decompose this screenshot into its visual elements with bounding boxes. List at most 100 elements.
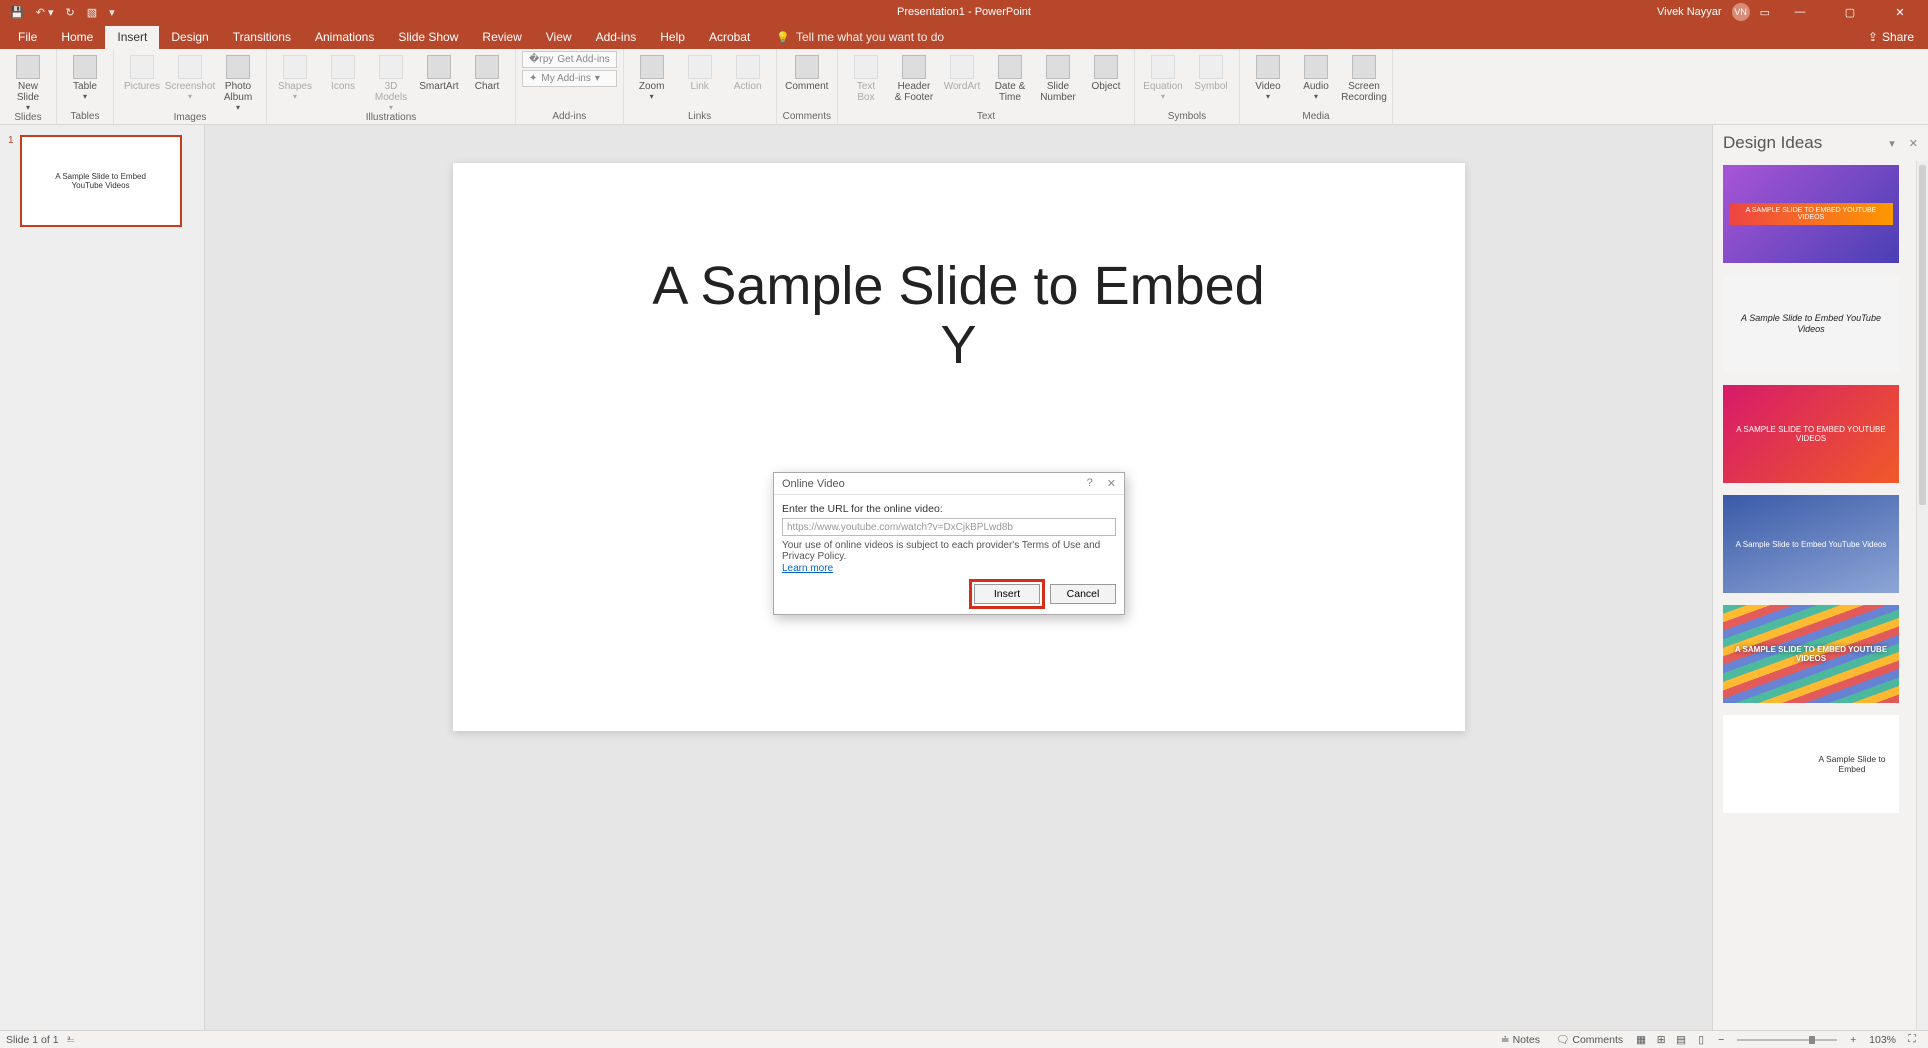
tab-design[interactable]: Design <box>159 26 220 49</box>
fit-to-window-icon[interactable]: ⛶ <box>1902 1033 1922 1046</box>
shapes-button[interactable]: Shapes <box>273 51 317 101</box>
zoom-in-button[interactable]: + <box>1843 1034 1863 1046</box>
workspace: 1 A Sample Slide to Embed YouTube Videos… <box>0 125 1928 1030</box>
comments-button[interactable]: 🗨 Comments <box>1548 1033 1631 1046</box>
dialog-title: Online Video <box>782 478 845 490</box>
tab-addins[interactable]: Add-ins <box>584 26 649 49</box>
ribbon-display-icon[interactable]: ▭ <box>1760 6 1770 19</box>
tab-review[interactable]: Review <box>470 26 533 49</box>
icons-button[interactable]: Icons <box>321 51 365 92</box>
tab-insert[interactable]: Insert <box>105 26 159 49</box>
group-links-label: Links <box>630 111 770 124</box>
group-tables-label: Tables <box>63 111 107 124</box>
tab-view[interactable]: View <box>534 26 584 49</box>
slide-sorter-view-icon[interactable]: ⊞ <box>1651 1034 1671 1046</box>
design-ideas-scrollbar[interactable] <box>1916 161 1928 1030</box>
chart-button[interactable]: Chart <box>465 51 509 92</box>
header-footer-button[interactable]: Header & Footer <box>892 51 936 103</box>
pane-dropdown-icon[interactable]: ▾ <box>1889 137 1895 150</box>
screen-recording-button[interactable]: Screen Recording <box>1342 51 1386 103</box>
spellcheck-icon[interactable]: ⎁ <box>59 1033 83 1046</box>
maximize-button[interactable]: ▢ <box>1830 6 1870 19</box>
object-button[interactable]: Object <box>1084 51 1128 92</box>
share-icon: ⇪ <box>1868 30 1878 44</box>
slideshow-view-icon[interactable]: ▯ <box>1691 1034 1711 1046</box>
reading-view-icon[interactable]: ▤ <box>1671 1034 1691 1046</box>
dialog-insert-button[interactable]: Insert <box>974 584 1040 604</box>
table-button[interactable]: Table <box>63 51 107 101</box>
start-from-beginning-icon[interactable]: ▧ <box>87 6 97 19</box>
get-addins-button[interactable]: �гру Get Add-ins <box>522 51 617 68</box>
equation-button[interactable]: Equation <box>1141 51 1185 101</box>
design-idea-5[interactable]: A SAMPLE SLIDE TO EMBED YOUTUBE VIDEOS <box>1723 605 1899 703</box>
group-addins-label: Add-ins <box>522 111 617 124</box>
text-box-button[interactable]: Text Box <box>844 51 888 103</box>
user-name-label[interactable]: Vivek Nayyar <box>1657 6 1722 18</box>
learn-more-link[interactable]: Learn more <box>782 563 833 574</box>
date-time-button[interactable]: Date & Time <box>988 51 1032 103</box>
dialog-url-input[interactable] <box>782 518 1116 536</box>
slide-counter-label[interactable]: Slide 1 of 1 <box>6 1034 59 1046</box>
design-ideas-list[interactable]: A SAMPLE SLIDE TO EMBED YOUTUBE VIDEOS A… <box>1713 161 1916 1030</box>
design-ideas-pane: Design Ideas ▾ ✕ A SAMPLE SLIDE TO EMBED… <box>1712 125 1928 1030</box>
slide-title-text[interactable]: A Sample Slide to Embed Y <box>652 257 1264 376</box>
screenshot-button[interactable]: Screenshot <box>168 51 212 101</box>
tell-me-search[interactable]: Tell me what you want to do <box>776 30 944 49</box>
design-idea-1[interactable]: A SAMPLE SLIDE TO EMBED YOUTUBE VIDEOS <box>1723 165 1899 263</box>
tell-me-label: Tell me what you want to do <box>796 30 944 44</box>
slide-canvas[interactable]: A Sample Slide to Embed Y <box>453 163 1465 731</box>
share-label: Share <box>1882 30 1914 44</box>
dialog-close-icon[interactable]: ✕ <box>1107 477 1116 490</box>
title-bar: 💾 ↶ ▾ ↻ ▧ ▾ Presentation1 - PowerPoint V… <box>0 0 1928 24</box>
minimize-button[interactable]: — <box>1780 6 1820 18</box>
qat-more-icon[interactable]: ▾ <box>109 6 115 19</box>
group-illustrations-label: Illustrations <box>273 112 509 125</box>
normal-view-icon[interactable]: ▦ <box>1631 1034 1651 1046</box>
group-symbols-label: Symbols <box>1141 111 1233 124</box>
redo-icon[interactable]: ↻ <box>66 6 75 19</box>
tab-acrobat[interactable]: Acrobat <box>697 26 762 49</box>
tab-animations[interactable]: Animations <box>303 26 386 49</box>
tab-file[interactable]: File <box>6 26 49 49</box>
group-images-label: Images <box>120 112 260 125</box>
online-video-dialog: Online Video ? ✕ Enter the URL for the o… <box>773 472 1125 615</box>
dialog-help-icon[interactable]: ? <box>1087 477 1093 490</box>
tab-slideshow[interactable]: Slide Show <box>386 26 470 49</box>
zoom-level-label[interactable]: 103% <box>1863 1034 1902 1046</box>
slide-number-button[interactable]: Slide Number <box>1036 51 1080 103</box>
undo-icon[interactable]: ↶ ▾ <box>36 6 54 19</box>
design-idea-2[interactable]: A Sample Slide to Embed YouTube Videos <box>1723 275 1899 373</box>
tab-home[interactable]: Home <box>49 26 105 49</box>
video-button[interactable]: Video <box>1246 51 1290 101</box>
new-slide-button[interactable]: New Slide <box>6 51 50 112</box>
smartart-button[interactable]: SmartArt <box>417 51 461 92</box>
tab-help[interactable]: Help <box>648 26 697 49</box>
design-idea-3[interactable]: A SAMPLE SLIDE TO EMBED YOUTUBE VIDEOS <box>1723 385 1899 483</box>
notes-button[interactable]: ≐ Notes <box>1493 1034 1548 1046</box>
wordart-button[interactable]: WordArt <box>940 51 984 92</box>
action-button[interactable]: Action <box>726 51 770 92</box>
save-icon[interactable]: 💾 <box>10 6 24 19</box>
my-addins-button[interactable]: ✦ My Add-ins ▾ <box>522 70 617 87</box>
zoom-slider[interactable] <box>1737 1039 1837 1041</box>
pane-close-icon[interactable]: ✕ <box>1909 137 1918 150</box>
comment-button[interactable]: Comment <box>785 51 829 92</box>
dialog-cancel-button[interactable]: Cancel <box>1050 584 1116 604</box>
ribbon-tabs: File Home Insert Design Transitions Anim… <box>0 24 1928 49</box>
zoom-button[interactable]: Zoom <box>630 51 674 101</box>
close-button[interactable]: ✕ <box>1880 6 1920 19</box>
user-avatar[interactable]: VN <box>1732 3 1750 21</box>
slide-thumbnail-1[interactable]: A Sample Slide to Embed YouTube Videos <box>20 135 182 227</box>
tab-transitions[interactable]: Transitions <box>221 26 303 49</box>
symbol-button[interactable]: Symbol <box>1189 51 1233 92</box>
3d-models-button[interactable]: 3D Models <box>369 51 413 112</box>
group-comments-label: Comments <box>783 111 831 124</box>
share-button[interactable]: ⇪ Share <box>1854 26 1928 49</box>
design-idea-6[interactable]: A Sample Slide to Embed <box>1723 715 1899 813</box>
audio-button[interactable]: Audio <box>1294 51 1338 101</box>
pictures-button[interactable]: Pictures <box>120 51 164 92</box>
zoom-out-button[interactable]: − <box>1711 1034 1731 1046</box>
design-idea-4[interactable]: A Sample Slide to Embed YouTube Videos <box>1723 495 1899 593</box>
photo-album-button[interactable]: Photo Album <box>216 51 260 112</box>
link-button[interactable]: Link <box>678 51 722 92</box>
